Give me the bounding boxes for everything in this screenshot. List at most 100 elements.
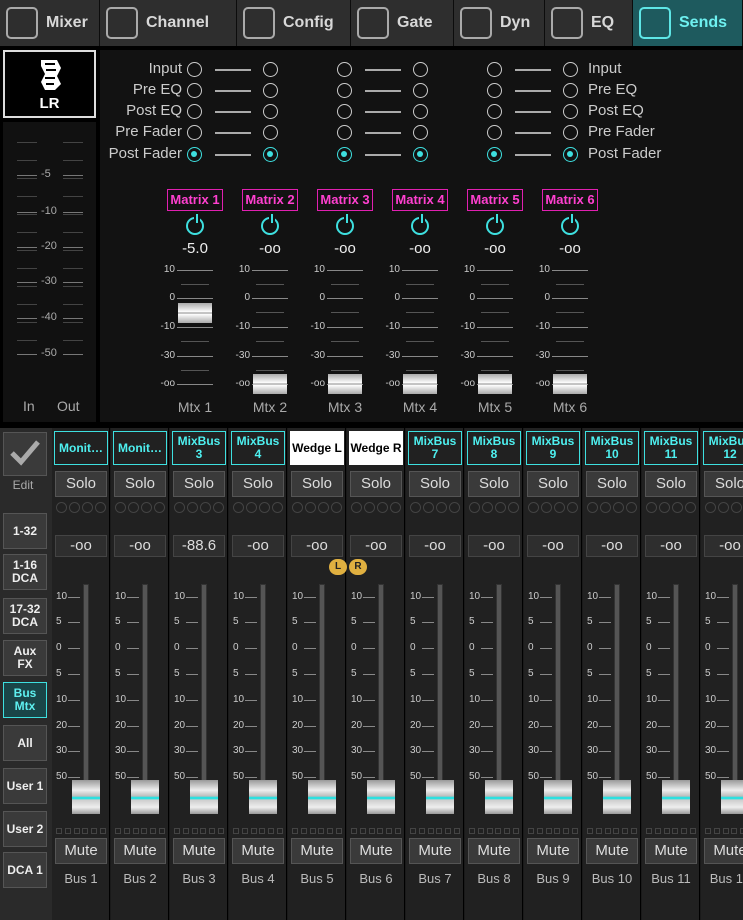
mute-button[interactable]: Mute <box>114 838 166 864</box>
strip-name[interactable]: Monit… <box>113 431 167 465</box>
send-point-radio[interactable] <box>187 62 202 77</box>
send-point-radio[interactable] <box>563 125 578 140</box>
solo-button[interactable]: Solo <box>173 471 225 497</box>
tab-dyn[interactable]: Dyn <box>454 0 545 46</box>
send-point-radio[interactable] <box>413 62 428 77</box>
send-point-radio[interactable] <box>337 62 352 77</box>
matrix-name[interactable]: Matrix 4 <box>392 189 448 211</box>
fader-knob[interactable] <box>367 780 395 814</box>
edit-button[interactable] <box>3 432 47 476</box>
send-point-radio[interactable] <box>487 83 502 98</box>
matrix-fader-knob[interactable] <box>403 374 437 394</box>
matrix-name[interactable]: Matrix 3 <box>317 189 373 211</box>
power-icon[interactable] <box>261 214 279 235</box>
matrix-fader-knob[interactable] <box>553 374 587 394</box>
tab-channel[interactable]: Channel <box>100 0 237 46</box>
strip-selector-button[interactable]: Bus Mtx <box>3 682 47 718</box>
send-point-radio[interactable] <box>263 125 278 140</box>
solo-button[interactable]: Solo <box>409 471 461 497</box>
matrix-fader-knob[interactable] <box>253 374 287 394</box>
strip-name[interactable]: MixBus 7 <box>408 431 462 465</box>
send-point-radio[interactable] <box>263 62 278 77</box>
send-point-radio[interactable] <box>487 104 502 119</box>
send-point-radio[interactable] <box>413 147 428 162</box>
send-point-radio[interactable] <box>337 83 352 98</box>
strip-selector-button[interactable]: 1-16 DCA <box>3 554 47 590</box>
solo-button[interactable]: Solo <box>527 471 579 497</box>
fader-knob[interactable] <box>426 780 454 814</box>
matrix-name[interactable]: Matrix 2 <box>242 189 298 211</box>
strip-selector-button[interactable]: 1-32 <box>3 513 47 549</box>
matrix-name[interactable]: Matrix 1 <box>167 189 223 211</box>
source-block[interactable]: LR <box>3 50 96 118</box>
fader-knob[interactable] <box>721 780 743 814</box>
fader-knob[interactable] <box>190 780 218 814</box>
send-point-radio[interactable] <box>263 83 278 98</box>
strip-name[interactable]: MixBus 12 <box>703 431 743 465</box>
send-point-radio[interactable] <box>187 147 202 162</box>
strip-name[interactable]: MixBus 8 <box>467 431 521 465</box>
power-icon[interactable] <box>336 214 354 235</box>
send-point-radio[interactable] <box>563 83 578 98</box>
strip-name[interactable]: MixBus 3 <box>172 431 226 465</box>
send-point-radio[interactable] <box>187 83 202 98</box>
matrix-fader-knob[interactable] <box>178 302 212 323</box>
send-point-radio[interactable] <box>187 125 202 140</box>
solo-button[interactable]: Solo <box>114 471 166 497</box>
send-point-radio[interactable] <box>487 125 502 140</box>
fader-knob[interactable] <box>603 780 631 814</box>
fader-knob[interactable] <box>662 780 690 814</box>
matrix-fader-knob[interactable] <box>478 374 512 394</box>
strip-name[interactable]: MixBus 11 <box>644 431 698 465</box>
mute-button[interactable]: Mute <box>291 838 343 864</box>
mute-button[interactable]: Mute <box>55 838 107 864</box>
strip-name[interactable]: Monit… <box>54 431 108 465</box>
solo-button[interactable]: Solo <box>232 471 284 497</box>
send-point-radio[interactable] <box>413 125 428 140</box>
send-point-radio[interactable] <box>413 83 428 98</box>
solo-button[interactable]: Solo <box>704 471 743 497</box>
mute-button[interactable]: Mute <box>586 838 638 864</box>
send-point-radio[interactable] <box>563 147 578 162</box>
solo-button[interactable]: Solo <box>468 471 520 497</box>
send-point-radio[interactable] <box>263 147 278 162</box>
mute-button[interactable]: Mute <box>468 838 520 864</box>
strip-selector-button[interactable]: User 1 <box>3 768 47 804</box>
send-point-radio[interactable] <box>263 104 278 119</box>
matrix-name[interactable]: Matrix 5 <box>467 189 523 211</box>
strip-name[interactable]: MixBus 4 <box>231 431 285 465</box>
strip-selector-button[interactable]: All <box>3 725 47 761</box>
send-point-radio[interactable] <box>487 147 502 162</box>
fader-knob[interactable] <box>249 780 277 814</box>
send-point-radio[interactable] <box>337 104 352 119</box>
tab-eq[interactable]: EQ <box>545 0 633 46</box>
fader-knob[interactable] <box>131 780 159 814</box>
tab-config[interactable]: Config <box>237 0 351 46</box>
fader-knob[interactable] <box>485 780 513 814</box>
strip-name[interactable]: Wedge R <box>349 431 403 465</box>
tab-mixer[interactable]: Mixer <box>0 0 100 46</box>
solo-button[interactable]: Solo <box>55 471 107 497</box>
send-point-radio[interactable] <box>337 147 352 162</box>
send-point-radio[interactable] <box>413 104 428 119</box>
send-point-radio[interactable] <box>487 62 502 77</box>
strip-selector-button[interactable]: Aux FX <box>3 640 47 676</box>
mute-button[interactable]: Mute <box>232 838 284 864</box>
strip-name[interactable]: MixBus 9 <box>526 431 580 465</box>
fader-knob[interactable] <box>72 780 100 814</box>
mute-button[interactable]: Mute <box>409 838 461 864</box>
mute-button[interactable]: Mute <box>350 838 402 864</box>
send-point-radio[interactable] <box>563 62 578 77</box>
power-icon[interactable] <box>186 214 204 235</box>
mute-button[interactable]: Mute <box>704 838 743 864</box>
tab-sends[interactable]: Sends <box>633 0 743 46</box>
send-point-radio[interactable] <box>187 104 202 119</box>
tab-gate[interactable]: Gate <box>351 0 454 46</box>
solo-button[interactable]: Solo <box>586 471 638 497</box>
send-point-radio[interactable] <box>337 125 352 140</box>
power-icon[interactable] <box>561 214 579 235</box>
solo-button[interactable]: Solo <box>350 471 402 497</box>
strip-selector-button[interactable]: 17-32 DCA <box>3 598 47 634</box>
strip-name[interactable]: MixBus 10 <box>585 431 639 465</box>
solo-button[interactable]: Solo <box>291 471 343 497</box>
